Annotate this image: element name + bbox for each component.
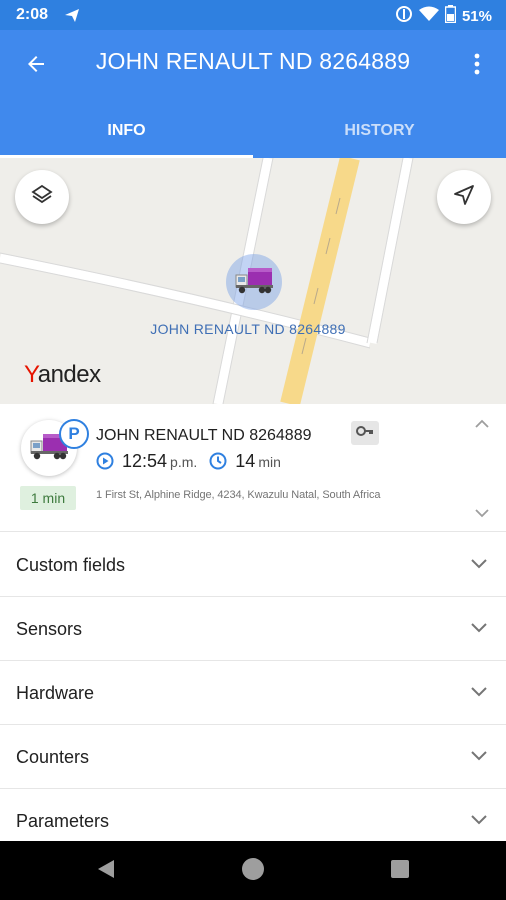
chevron-down-icon (470, 748, 488, 766)
last-message-time: 12:54 (122, 451, 168, 471)
battery-icon (444, 5, 457, 28)
app-bar: JOHN RENAULT ND 8264889 INFO HISTORY (0, 30, 506, 158)
yandex-logo: Yandex (24, 361, 101, 388)
parked-duration-badge: 1 min (20, 486, 76, 510)
duration-unit: min (258, 453, 281, 470)
system-nav-bar (0, 841, 506, 900)
section-hardware[interactable]: Hardware (0, 661, 506, 725)
page-title: JOHN RENAULT ND 8264889 (95, 48, 411, 74)
unit-time-row: 12:54 p.m. 14 min (96, 451, 281, 472)
battery-percentage: 51% (461, 8, 492, 25)
section-label: Custom fields (16, 555, 126, 575)
last-message-time-suffix: p.m. (170, 453, 198, 470)
parking-status-badge: P (59, 419, 89, 449)
play-circle-icon (96, 452, 116, 472)
clock-icon (209, 452, 229, 472)
nav-back-button[interactable] (92, 857, 120, 885)
navigation-arrow-icon (64, 7, 80, 28)
section-counters[interactable]: Counters (0, 725, 506, 789)
tab-info[interactable]: INFO (0, 110, 253, 158)
truck-icon (234, 265, 274, 300)
section-label: Hardware (16, 683, 95, 703)
unit-name: JOHN RENAULT ND 8264889 (96, 427, 312, 444)
layers-button[interactable] (15, 170, 69, 224)
more-options-button[interactable] (462, 48, 492, 84)
section-sensors[interactable]: Sensors (0, 597, 506, 661)
section-label: Counters (16, 747, 90, 767)
unit-address: 1 First St, Alphine Ridge, 4234, Kwazulu… (96, 489, 381, 501)
data-saver-icon (395, 5, 413, 28)
triangle-back-icon (96, 858, 116, 885)
my-location-button[interactable] (437, 170, 491, 224)
section-parameters[interactable]: Parameters (0, 789, 506, 841)
unit-map-marker[interactable] (226, 254, 282, 310)
key-badge (351, 421, 379, 445)
section-label: Parameters (16, 811, 110, 831)
section-label: Sensors (16, 619, 83, 639)
tab-history[interactable]: HISTORY (253, 110, 506, 158)
chevron-up-icon[interactable] (474, 416, 494, 432)
layers-icon (30, 183, 54, 212)
unit-summary-card: P 1 min JOHN RENAULT ND 8264889 12:54 p.… (0, 404, 506, 532)
section-custom-fields[interactable]: Custom fields (0, 533, 506, 597)
chevron-down-icon (470, 812, 488, 830)
chevron-down-icon (470, 684, 488, 702)
more-vert-icon (474, 53, 480, 80)
nav-home-button[interactable] (239, 857, 267, 885)
square-recents-icon (390, 859, 410, 884)
chevron-down-icon (470, 620, 488, 638)
status-time: 2:08 (16, 6, 49, 23)
key-icon (356, 424, 374, 442)
duration-value: 14 (235, 451, 256, 471)
navigation-icon (453, 184, 475, 211)
tab-bar: INFO HISTORY (0, 110, 506, 158)
chevron-down-icon[interactable] (474, 505, 494, 521)
wifi-icon (418, 6, 439, 27)
circle-home-icon (241, 857, 265, 886)
chevron-down-icon (470, 556, 488, 574)
nav-recents-button[interactable] (386, 857, 414, 885)
map-view[interactable]: JOHN RENAULT ND 8264889 Yandex (0, 158, 506, 404)
map-marker-label: JOHN RENAULT ND 8264889 (150, 321, 346, 337)
status-bar: 2:08 51% (0, 0, 506, 30)
status-indicators: 51% (395, 5, 492, 28)
